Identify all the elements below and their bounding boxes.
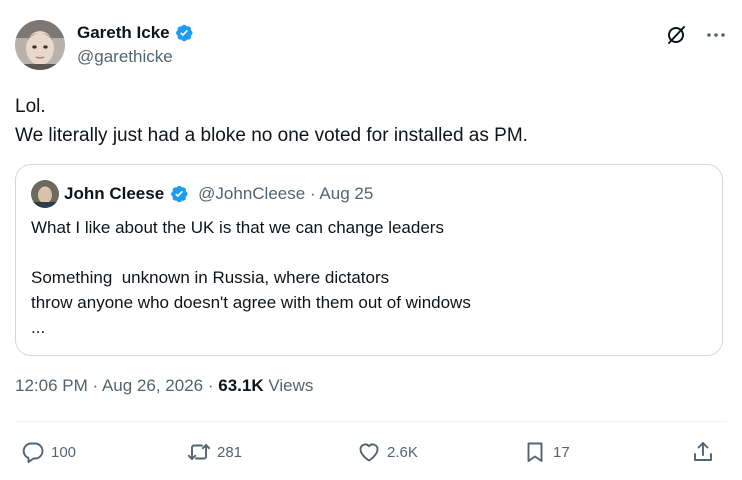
tweet-meta: 12:06 PM · Aug 26, 2026 · 63.1K Views (15, 376, 313, 396)
like-button[interactable]: 2.6K (357, 436, 418, 468)
quoted-tweet[interactable]: John Cleese @JohnCleese · Aug 25 What I … (15, 164, 723, 356)
verified-badge-icon (174, 23, 194, 43)
divider (15, 421, 727, 422)
like-icon (359, 443, 379, 462)
quoted-text: What I like about the UK is that we can … (31, 215, 707, 340)
quoted-handle: @JohnCleese (198, 184, 306, 203)
bookmark-button[interactable]: 17 (523, 436, 570, 468)
share-icon (694, 442, 712, 461)
views-label: Views (268, 376, 314, 395)
verified-badge-icon (169, 184, 189, 204)
quoted-separator: · (309, 184, 316, 203)
reply-count: 100 (51, 443, 77, 461)
quoted-author-avatar (31, 180, 59, 208)
retweet-button[interactable]: 281 (187, 436, 242, 468)
grok-icon[interactable] (665, 24, 687, 46)
meta-separator: · (92, 376, 99, 395)
quoted-display-name: John Cleese (64, 184, 165, 203)
share-button[interactable] (691, 436, 715, 468)
bookmark-icon (527, 442, 543, 462)
meta-separator: · (207, 376, 214, 395)
tweet-text: Lol. We literally just had a bloke no on… (15, 92, 727, 150)
reply-icon (22, 442, 44, 463)
reply-button[interactable]: 100 (21, 436, 76, 468)
quoted-date: Aug 25 (319, 184, 374, 203)
tweet-line: We literally just had a bloke no one vot… (15, 125, 528, 146)
author-display-name[interactable]: Gareth Icke (77, 23, 170, 43)
more-icon[interactable] (705, 24, 727, 46)
like-count: 2.6K (387, 443, 418, 461)
quoted-line: Something unknown in Russia, where dicta… (31, 268, 390, 287)
retweet-icon (187, 444, 211, 460)
retweet-count: 281 (217, 443, 243, 461)
tweet-header: Gareth Icke @garethicke (15, 20, 727, 72)
views-count: 63.1K (218, 376, 264, 395)
quoted-line: throw anyone who doesn't agree with them… (31, 293, 471, 312)
author-handle[interactable]: @garethicke (77, 47, 194, 67)
author-avatar[interactable] (15, 20, 65, 70)
quoted-line (31, 240, 707, 265)
bookmark-count: 17 (553, 443, 570, 461)
action-bar: 100 281 2.6K 17 (15, 436, 727, 468)
tweet-line: Lol. (15, 96, 46, 117)
tweet-time[interactable]: 12:06 PM (15, 376, 88, 395)
tweet-date[interactable]: Aug 26, 2026 (102, 376, 203, 395)
quoted-line: What I like about the UK is that we can … (31, 218, 444, 237)
quoted-line: ... (31, 318, 46, 337)
